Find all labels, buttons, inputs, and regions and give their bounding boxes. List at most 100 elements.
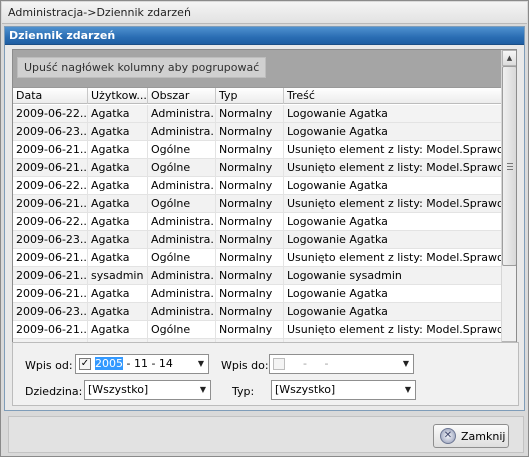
event-log-window: Administracja->Dziennik zdarzeń Dziennik… — [0, 0, 529, 457]
to-date-checkbox[interactable] — [273, 358, 285, 370]
cell-content: Logowanie Agatka — [287, 233, 388, 246]
breadcrumb: Administracja->Dziennik zdarzeń — [2, 2, 527, 24]
cell-date: 2009-06-21... — [13, 249, 88, 267]
cell-area: Administra... — [148, 267, 216, 285]
group-by-area[interactable]: Upuść nagłówek kolumny aby pogrupować — [13, 50, 501, 88]
table-row[interactable]: 2009-06-22... Agatka Administra... Normalny… — [13, 213, 501, 231]
table-row[interactable]: 2009-06-21...AgatkaOgólneNormalnyUsunięt… — [13, 195, 501, 213]
chevron-down-icon[interactable]: ▼ — [196, 381, 210, 399]
cell-content: Logowanie sysadmin — [287, 269, 402, 282]
to-date-value[interactable]: - - — [289, 357, 328, 370]
from-date-label: Wpis od: — [25, 359, 73, 372]
cell-date: 2009-06-21... — [13, 141, 88, 159]
cell-type: Normalny — [216, 303, 284, 321]
grid-rows: 2009-06-22... Agatka Administra... Normalny… — [13, 105, 501, 357]
column-header-area[interactable]: Obszar — [148, 88, 216, 104]
from-date-picker[interactable]: ✓ 2005 - 11 - 14 ▼ — [75, 354, 209, 374]
cell-type: Normalny — [216, 213, 284, 231]
domain-select[interactable]: [Wszystko] ▼ — [84, 380, 211, 400]
cell-date: 2009-06-22... — [13, 213, 88, 231]
table-row[interactable]: 2009-06-21...AgatkaOgólneNormalnyUsunięt… — [13, 249, 501, 267]
column-header-row: Data Użytkow... Obszar Typ Treść — [13, 88, 501, 104]
cell-date: 2009-06-21... — [13, 159, 88, 177]
event-grid: Upuść nagłówek kolumny aby pogrupować Da… — [12, 49, 517, 358]
cell-type: Normalny — [216, 321, 284, 339]
cell-type: Normalny — [216, 159, 284, 177]
to-date-picker[interactable]: - - ▼ — [269, 354, 414, 374]
domain-label: Dziedzina: — [25, 385, 83, 398]
cell-user: Agatka — [88, 231, 148, 249]
chevron-down-icon[interactable]: ▼ — [401, 381, 415, 399]
grid-vertical-scrollbar[interactable]: ▲ ▼ — [501, 50, 516, 357]
cell-user: sysadmin — [88, 267, 148, 285]
table-row[interactable]: 2009-06-23... Agatka Administra... Normalny… — [13, 123, 501, 141]
table-row[interactable]: 2009-06-21... sysadmin Administra... Normal… — [13, 267, 501, 285]
cell-type: Normalny — [216, 105, 284, 123]
cell-user: Agatka — [88, 159, 148, 177]
cell-area: Ogólne — [148, 141, 216, 159]
type-select[interactable]: [Wszystko] ▼ — [271, 380, 416, 400]
cell-user: Agatka — [88, 249, 148, 267]
cell-area: Administra... — [148, 123, 216, 141]
cell-area: Administra... — [148, 303, 216, 321]
cell-type: Normalny — [216, 123, 284, 141]
cell-content: Usunięto element z listy: Model.Sprawozd… — [287, 161, 501, 174]
cell-area: Administra... — [148, 177, 216, 195]
cell-user: Agatka — [88, 321, 148, 339]
cell-date: 2009-06-21... — [13, 321, 88, 339]
group-by-hint: Upuść nagłówek kolumny aby pogrupować — [17, 57, 267, 78]
cell-type: Normalny — [216, 141, 284, 159]
domain-select-value: [Wszystko] — [88, 383, 149, 396]
to-date-label: Wpis do: — [221, 359, 269, 372]
from-date-value[interactable]: 2005 - 11 - 14 — [95, 357, 173, 370]
table-row[interactable]: 2009-06-23... Agatka Administra... Normalny… — [13, 303, 501, 321]
scroll-thumb[interactable] — [502, 66, 516, 266]
cell-content: Logowanie Agatka — [287, 287, 388, 300]
button-bar: ✕ Zamknij — [8, 416, 524, 453]
cell-date: 2009-06-21... — [13, 195, 88, 213]
column-header-user[interactable]: Użytkow... — [88, 88, 148, 104]
cell-area: Ogólne — [148, 321, 216, 339]
table-row[interactable]: 2009-06-21... Agatka Administra... Normalny… — [13, 285, 501, 303]
cell-content: Logowanie Agatka — [287, 179, 388, 192]
cell-area: Administra... — [148, 231, 216, 249]
cell-content: Logowanie Agatka — [287, 107, 388, 120]
event-log-panel: Dziennik zdarzeń Upuść nagłówek kolumny … — [4, 26, 525, 411]
cell-content: Usunięto element z listy: Model.Sprawozd… — [287, 143, 501, 156]
cell-user: Agatka — [88, 105, 148, 123]
type-select-value: [Wszystko] — [275, 383, 336, 396]
cell-date: 2009-06-23... — [13, 303, 88, 321]
cell-type: Normalny — [216, 285, 284, 303]
cell-date: 2009-06-22... — [13, 177, 88, 195]
close-button[interactable]: ✕ Zamknij — [433, 424, 509, 448]
table-row[interactable]: 2009-06-22... Agatka Administra... Normalny… — [13, 105, 501, 123]
cell-content: Usunięto element z listy: Model.Sprawozd… — [287, 197, 501, 210]
panel-title: Dziennik zdarzeń — [5, 27, 524, 45]
cell-area: Ogólne — [148, 159, 216, 177]
chevron-down-icon[interactable]: ▼ — [399, 355, 413, 373]
table-row[interactable]: 2009-06-22... Agatka Administra... Normalny… — [13, 177, 501, 195]
cell-type: Normalny — [216, 231, 284, 249]
type-label: Typ: — [232, 385, 255, 398]
table-row[interactable]: 2009-06-23... Agatka Administra... Normalny… — [13, 231, 501, 249]
filters-panel: Wpis od: ✓ 2005 - 11 - 14 ▼ Wpis do: - -… — [12, 342, 519, 406]
cell-user: Agatka — [88, 285, 148, 303]
cell-date: 2009-06-22... — [13, 105, 88, 123]
cell-content: Logowanie Agatka — [287, 305, 388, 318]
cell-user: Agatka — [88, 303, 148, 321]
from-date-checkbox[interactable]: ✓ — [79, 358, 91, 370]
table-row[interactable]: 2009-06-21...AgatkaOgólneNormalnyUsunięt… — [13, 141, 501, 159]
cell-area: Ogólne — [148, 195, 216, 213]
cell-area: Administra... — [148, 105, 216, 123]
cell-content: Logowanie Agatka — [287, 125, 388, 138]
grip-icon — [507, 163, 513, 170]
column-header-date[interactable]: Data — [13, 88, 88, 104]
cell-user: Agatka — [88, 213, 148, 231]
column-header-type[interactable]: Typ — [216, 88, 284, 104]
chevron-down-icon[interactable]: ▼ — [194, 355, 208, 373]
table-row[interactable]: 2009-06-21...AgatkaOgólneNormalnyUsunięt… — [13, 159, 501, 177]
column-header-content[interactable]: Treść — [284, 88, 501, 104]
scroll-up-icon[interactable]: ▲ — [502, 50, 516, 66]
table-row[interactable]: 2009-06-21...AgatkaOgólneNormalnyUsunięt… — [13, 321, 501, 339]
cell-content: Usunięto element z listy: Model.Sprawozd… — [287, 323, 501, 336]
